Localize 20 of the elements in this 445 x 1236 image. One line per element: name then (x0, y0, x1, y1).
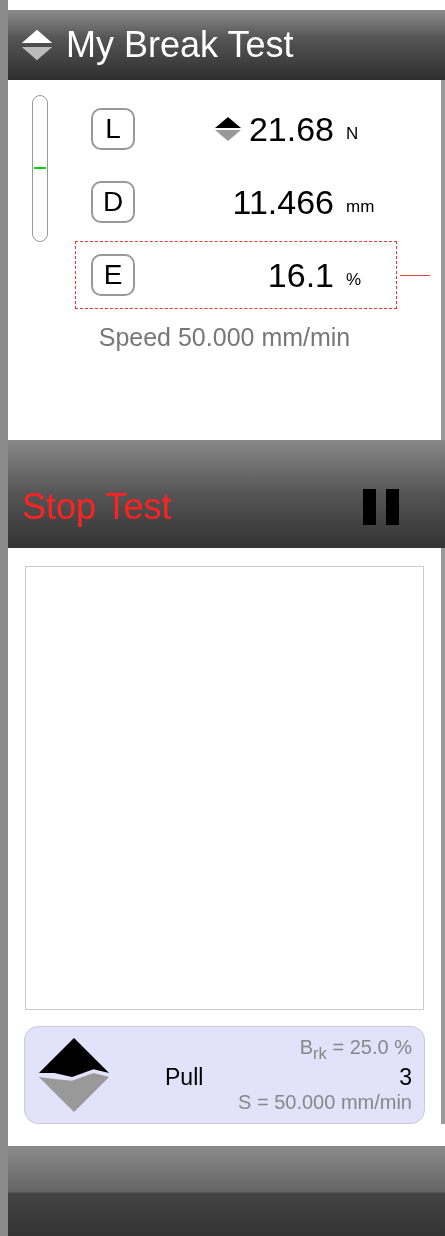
speed-setting: S = 50.000 mm/min (238, 1091, 412, 1114)
channel-key[interactable]: E (91, 254, 135, 296)
speed-text: Speed 50.000 mm/min (97, 323, 352, 352)
reading-unit: % (345, 270, 363, 290)
break-setting: B$_{rk}$ = 25.0 % (299, 1036, 412, 1064)
channel-key[interactable]: D (91, 181, 135, 223)
method-name: Pull (165, 1064, 204, 1091)
pause-icon[interactable] (361, 486, 401, 527)
reading-unit: mm (345, 197, 376, 217)
reading-value: 11.466 (232, 182, 334, 222)
reading-row[interactable]: D 11.466 mm (75, 168, 397, 236)
reading-value: 21.68 (248, 109, 334, 149)
sample-count: 3 (399, 1064, 412, 1091)
reading-row[interactable]: L 21.68 N (75, 95, 397, 163)
reading-unit: N (345, 124, 360, 144)
leader-line (400, 275, 430, 276)
channel-key[interactable]: L (91, 108, 135, 150)
method-card[interactable]: B$_{rk}$ = 25.0 % Pull 3 S = 50.000 mm/min (24, 1026, 425, 1124)
reading-value: 16.1 (267, 255, 334, 295)
test-title: My Break Test (66, 24, 294, 66)
